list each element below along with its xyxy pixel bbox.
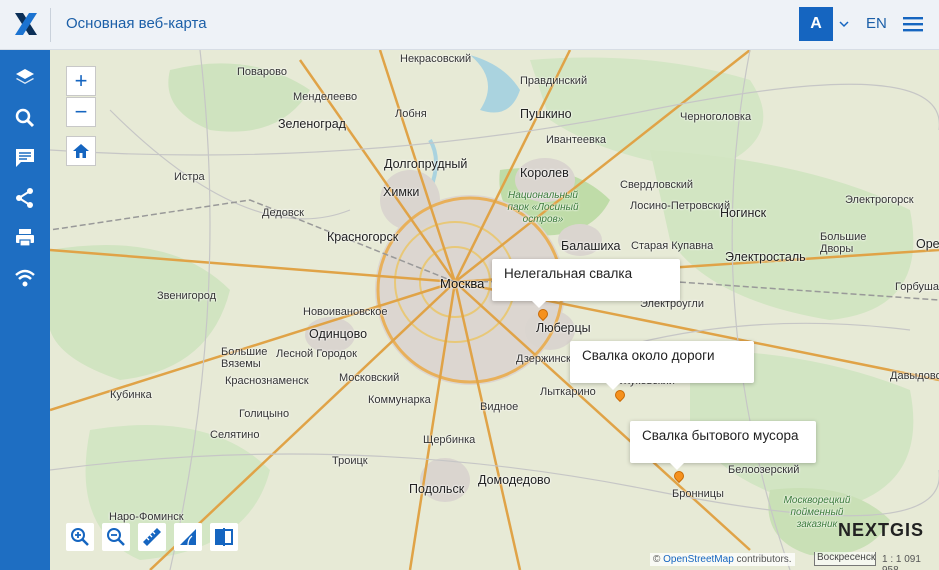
place-label: Подольск: [409, 482, 465, 496]
place-label: Белоозерский: [728, 464, 800, 476]
zoom-out-tool-button[interactable]: [102, 523, 130, 551]
place-label: Бронницы: [672, 488, 724, 500]
scale-bar: Воскресенск: [814, 552, 876, 566]
zoom-in-tool-button[interactable]: [66, 523, 94, 551]
attribution-suffix: contributors.: [736, 554, 792, 565]
place-label: Лыткарино: [540, 386, 596, 398]
angle-icon: [180, 529, 196, 546]
map-canvas[interactable]: Некрасовский Поварово Правдинский Мендел…: [50, 50, 939, 570]
place-label: Ногинск: [720, 206, 767, 220]
place-label: Москва: [440, 276, 485, 291]
place-label: Химки: [383, 185, 420, 199]
place-label: Московский: [339, 372, 400, 384]
search-icon[interactable]: [13, 106, 37, 130]
share-icon[interactable]: [13, 186, 37, 210]
measure-distance-button[interactable]: [138, 523, 166, 551]
home-button[interactable]: [66, 136, 96, 166]
osm-link[interactable]: OpenStreetMap: [663, 554, 734, 565]
app-title[interactable]: Основная веб-карта: [66, 15, 207, 32]
swipe-compare-button[interactable]: [210, 523, 238, 551]
map-attribution: © OpenStreetMap contributors.: [650, 553, 795, 566]
place-label: Черноголовка: [680, 111, 752, 123]
feature-popup[interactable]: Свалка бытового мусора: [630, 421, 816, 470]
place-label: Давыдово: [890, 370, 939, 382]
user-avatar-button[interactable]: A: [799, 7, 833, 41]
place-label: Зеленоград: [278, 117, 346, 131]
basemap: [50, 50, 939, 570]
feature-popup[interactable]: Свалка около дороги: [570, 341, 754, 390]
place-label: Лобня: [395, 108, 427, 120]
place-label: Ивантеевка: [546, 134, 606, 146]
place-label: Старая Купавна: [631, 240, 714, 252]
chat-icon[interactable]: [13, 146, 37, 170]
nextgis-logo-icon[interactable]: [12, 10, 40, 38]
swipe-icon: [215, 528, 233, 546]
wifi-icon[interactable]: [13, 266, 37, 290]
place-label: Электросталь: [725, 250, 806, 264]
top-bar: Основная веб-карта A EN: [0, 0, 939, 50]
place-label: Правдинский: [520, 75, 588, 87]
measure-angle-button[interactable]: [174, 523, 202, 551]
place-label: Наро-Фоминск: [109, 511, 184, 523]
zoom-out-icon: [107, 528, 125, 546]
place-label: Электрогорск: [845, 194, 914, 206]
place-label: Истра: [174, 171, 205, 183]
place-label: Большие Вяземы: [221, 346, 268, 370]
place-label: Люберцы: [536, 321, 591, 335]
language-switch[interactable]: EN: [866, 15, 887, 32]
place-label: Красногорск: [327, 230, 399, 244]
place-label: Одинцово: [309, 327, 368, 341]
place-label: Домодедово: [478, 473, 551, 487]
popup-title: Нелегальная свалка: [504, 266, 633, 281]
place-label: Кубинка: [110, 389, 152, 401]
feature-popup[interactable]: Нелегальная свалка: [492, 259, 680, 308]
place-label: Селятино: [210, 429, 260, 441]
place-label: Некрасовский: [400, 53, 472, 65]
popup-title: Свалка около дороги: [582, 348, 715, 363]
place-label: Лесной Городок: [276, 348, 357, 360]
zoom-in-button[interactable]: +: [66, 66, 96, 96]
nextgis-brand-logo: NEXTGIS: [838, 520, 925, 540]
place-label: Видное: [480, 401, 519, 413]
scale-ratio: 1 : 1 091 958: [882, 554, 921, 570]
place-label: Свердловский: [620, 179, 694, 191]
place-label: Голицыно: [239, 408, 290, 420]
sidebar: [0, 50, 50, 570]
place-label: Лосино-Петровский: [630, 200, 731, 212]
attribution-prefix: ©: [653, 554, 661, 565]
place-label: Большие Дворы: [820, 231, 867, 255]
zoom-in-icon: [71, 528, 89, 546]
place-label: Королев: [520, 166, 569, 180]
header-divider: [50, 8, 51, 42]
place-label: Менделеево: [293, 91, 358, 103]
place-label: Звенигород: [157, 290, 217, 302]
home-icon: [73, 144, 89, 158]
place-label: Коммунарка: [368, 394, 431, 406]
zoom-out-button[interactable]: −: [66, 97, 96, 127]
place-label: Новоивановское: [303, 306, 388, 318]
place-label: Троицк: [332, 455, 368, 467]
place-label: Дедовск: [262, 207, 304, 219]
place-label: Щербинка: [423, 434, 476, 446]
popup-title: Свалка бытового мусора: [642, 428, 799, 443]
place-label: Пушкино: [520, 107, 572, 121]
place-label: Краснознаменск: [225, 375, 309, 387]
park-label: Национальный парк «Лосиный остров»: [507, 190, 579, 225]
print-icon[interactable]: [13, 226, 37, 250]
place-label: Оре: [916, 237, 939, 251]
hamburger-menu-icon[interactable]: [903, 16, 923, 32]
place-label: Горбуша: [895, 281, 939, 293]
place-label: Долгопрудный: [384, 157, 468, 171]
place-label: Поварово: [237, 66, 287, 78]
ruler-icon: [143, 528, 161, 546]
layers-icon[interactable]: [13, 66, 37, 90]
place-label: Балашиха: [561, 239, 621, 253]
chevron-down-icon[interactable]: [838, 18, 850, 30]
